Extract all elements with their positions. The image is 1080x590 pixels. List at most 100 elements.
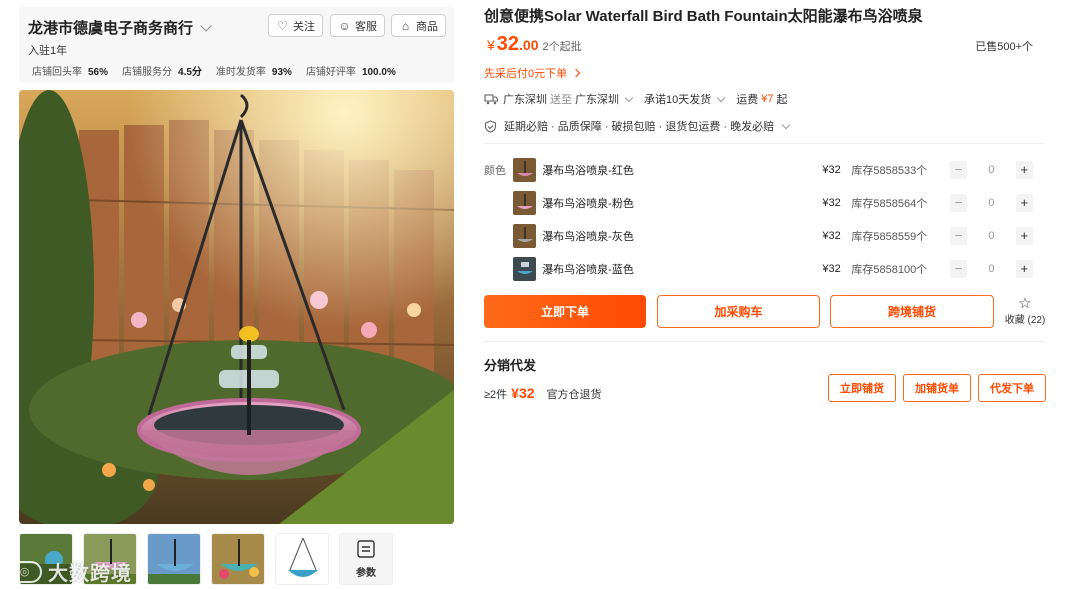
qty-minus-button[interactable]: − bbox=[949, 193, 968, 212]
shipping-fee-value: ¥7 bbox=[761, 93, 774, 105]
store-icon: ⌂ bbox=[401, 18, 410, 33]
thumbnail-3[interactable] bbox=[147, 533, 201, 585]
service-label: 客服 bbox=[355, 20, 377, 33]
qty-minus-button[interactable]: − bbox=[949, 226, 968, 245]
sku-price: ¥32 bbox=[822, 196, 841, 209]
sku-stock: 库存5858533个 bbox=[851, 164, 928, 177]
chevron-down-icon[interactable] bbox=[200, 19, 212, 32]
params-label: 参数 bbox=[356, 567, 376, 579]
sku-row: 瀑布鸟浴喷泉-红色 ¥32 库存5858533个 − 0 + bbox=[513, 157, 1033, 182]
qty-plus-button[interactable]: + bbox=[1015, 259, 1033, 278]
sku-swatch[interactable] bbox=[513, 157, 537, 182]
params-thumbnail[interactable]: 参数 bbox=[339, 533, 393, 585]
favorite-label: 收藏 (22) bbox=[1004, 315, 1046, 326]
ship-promise[interactable]: 承诺10天发货 bbox=[644, 91, 711, 107]
sku-color-label: 颜色 bbox=[484, 165, 506, 177]
shipping-fee-suffix: 起 bbox=[776, 94, 788, 106]
sku-swatch[interactable] bbox=[513, 256, 537, 281]
divider bbox=[484, 341, 1044, 342]
thumbnail-5[interactable] bbox=[275, 533, 329, 585]
add-to-cart-button[interactable]: 加采购车 bbox=[657, 295, 820, 328]
sku-name: 瀑布鸟浴喷泉-蓝色 bbox=[542, 263, 634, 276]
sku-row: 瀑布鸟浴喷泉-粉色 ¥32 库存5858564个 − 0 + bbox=[513, 190, 1033, 215]
price-decimal: .00 bbox=[519, 37, 539, 53]
shipping-fee-label: 运费 bbox=[736, 94, 759, 106]
sku-name: 瀑布鸟浴喷泉-粉色 bbox=[542, 197, 634, 210]
sku-stock: 库存5858564个 bbox=[851, 197, 928, 210]
distribution-title: 分销代发 bbox=[484, 358, 537, 373]
distribution-price: ¥32 bbox=[511, 385, 535, 401]
shield-icon bbox=[484, 119, 497, 133]
qty-minus-button[interactable]: − bbox=[949, 160, 968, 179]
qty-input[interactable]: 0 bbox=[967, 197, 1015, 209]
parameters-icon bbox=[357, 539, 375, 558]
qty-input[interactable]: 0 bbox=[967, 164, 1015, 176]
price-currency: ¥ bbox=[487, 37, 495, 53]
stat-ontime-rate: 准时发货率 93% bbox=[215, 67, 292, 78]
stat-service-score: 店铺服务分 4.5分 bbox=[122, 67, 202, 78]
sku-swatch[interactable] bbox=[513, 190, 537, 215]
chevron-right-icon bbox=[571, 68, 581, 78]
shop-name[interactable]: 龙港市德虞电子商务商行 bbox=[28, 17, 212, 38]
guarantees-row[interactable]: 延期必赔 · 品质保障 · 破损包赔 · 退货包运费 · 晚发必赔 bbox=[484, 118, 801, 134]
shop-stats: 店铺回头率 56% 店铺服务分 4.5分 准时发货率 93% 店铺好评率 100.0% bbox=[32, 63, 396, 78]
watermark-logo-icon: ◎ bbox=[8, 560, 42, 583]
sku-row: 瀑布鸟浴喷泉-蓝色 ¥32 库存5858100个 − 0 + bbox=[513, 256, 1033, 281]
guarantees-text: 延期必赔 · 品质保障 · 破损包赔 · 退货包运费 · 晚发必赔 bbox=[504, 121, 775, 133]
main-product-image[interactable] bbox=[19, 90, 454, 524]
cross-border-list-button[interactable]: 跨境铺货 bbox=[830, 295, 994, 328]
sku-swatch[interactable] bbox=[513, 223, 537, 248]
qty-input[interactable]: 0 bbox=[967, 263, 1015, 275]
qty-minus-button[interactable]: − bbox=[949, 259, 968, 278]
stat-return-rate: 店铺回头率 56% bbox=[32, 67, 109, 78]
price: ¥ 32 .00 2个起批 bbox=[487, 33, 582, 56]
heart-icon: ♡ bbox=[277, 18, 288, 33]
distribution-return-note: 官方仓退货 bbox=[546, 389, 602, 401]
sku-stock: 库存5858100个 bbox=[851, 263, 928, 276]
favorite-button[interactable]: ☆ 收藏 (22) bbox=[1003, 296, 1047, 326]
thumbnail-4[interactable] bbox=[211, 533, 265, 585]
stat-positive-rate: 店铺好评率 100.0% bbox=[305, 67, 396, 78]
follow-button[interactable]: ♡ 关注 bbox=[268, 14, 323, 37]
add-to-list-button[interactable]: 加铺货单 bbox=[903, 374, 971, 402]
sku-price: ¥32 bbox=[822, 163, 841, 176]
sku-name: 瀑布鸟浴喷泉-红色 bbox=[542, 164, 634, 177]
dropship-order-button[interactable]: 代发下单 bbox=[978, 374, 1046, 402]
star-icon: ☆ bbox=[1018, 295, 1032, 312]
sku-price: ¥32 bbox=[822, 229, 841, 242]
products-label: 商品 bbox=[416, 20, 438, 33]
list-now-button[interactable]: 立即铺货 bbox=[828, 374, 896, 402]
ship-from: 广东深圳 bbox=[503, 94, 547, 106]
chat-icon: ☺ bbox=[338, 18, 351, 33]
price-integer: 32 bbox=[496, 33, 520, 55]
bird-bath-fountain-illustration bbox=[19, 90, 454, 524]
min-order: 2个起批 bbox=[542, 41, 582, 53]
shop-card: 龙港市德虞电子商务商行 ♡ 关注 ☺ 客服 ⌂ 商品 入驻1年 店铺回头率 56%… bbox=[19, 7, 454, 83]
chevron-down-icon[interactable] bbox=[717, 93, 726, 102]
shop-years: 入驻1年 bbox=[28, 45, 68, 57]
divider bbox=[484, 143, 1044, 144]
shop-products-button[interactable]: ⌂ 商品 bbox=[391, 14, 446, 37]
ship-to-word: 送至 bbox=[550, 94, 572, 106]
distribution-info: ≥2件 ¥32 官方仓退货 bbox=[484, 385, 602, 402]
qty-input[interactable]: 0 bbox=[967, 230, 1015, 242]
sku-row: 瀑布鸟浴喷泉-灰色 ¥32 库存5858559个 − 0 + bbox=[513, 223, 1033, 248]
buy-now-button[interactable]: 立即下单 bbox=[484, 295, 646, 328]
shop-name-text[interactable]: 龙港市德虞电子商务商行 bbox=[28, 17, 193, 38]
sku-stock: 库存5858559个 bbox=[851, 230, 928, 243]
chevron-down-icon[interactable] bbox=[781, 120, 791, 129]
qty-plus-button[interactable]: + bbox=[1015, 226, 1033, 245]
qty-plus-button[interactable]: + bbox=[1015, 193, 1033, 212]
sku-price: ¥32 bbox=[822, 262, 841, 275]
sku-name: 瀑布鸟浴喷泉-灰色 bbox=[542, 230, 634, 243]
sold-count: 已售500+个 bbox=[975, 41, 1033, 53]
chevron-down-icon[interactable] bbox=[624, 93, 634, 102]
truck-icon bbox=[484, 94, 498, 105]
qty-plus-button[interactable]: + bbox=[1015, 160, 1033, 179]
follow-label: 关注 bbox=[293, 20, 315, 33]
distribution-min-qty: ≥2件 bbox=[484, 389, 508, 401]
ship-to-selector[interactable]: 广东深圳 bbox=[575, 91, 619, 107]
customer-service-button[interactable]: ☺ 客服 bbox=[330, 14, 385, 37]
buy-now-pay-later-link[interactable]: 先采后付0元下单 bbox=[484, 65, 581, 81]
product-title: 创意便携Solar Waterfall Bird Bath Fountain太阳… bbox=[484, 8, 923, 25]
